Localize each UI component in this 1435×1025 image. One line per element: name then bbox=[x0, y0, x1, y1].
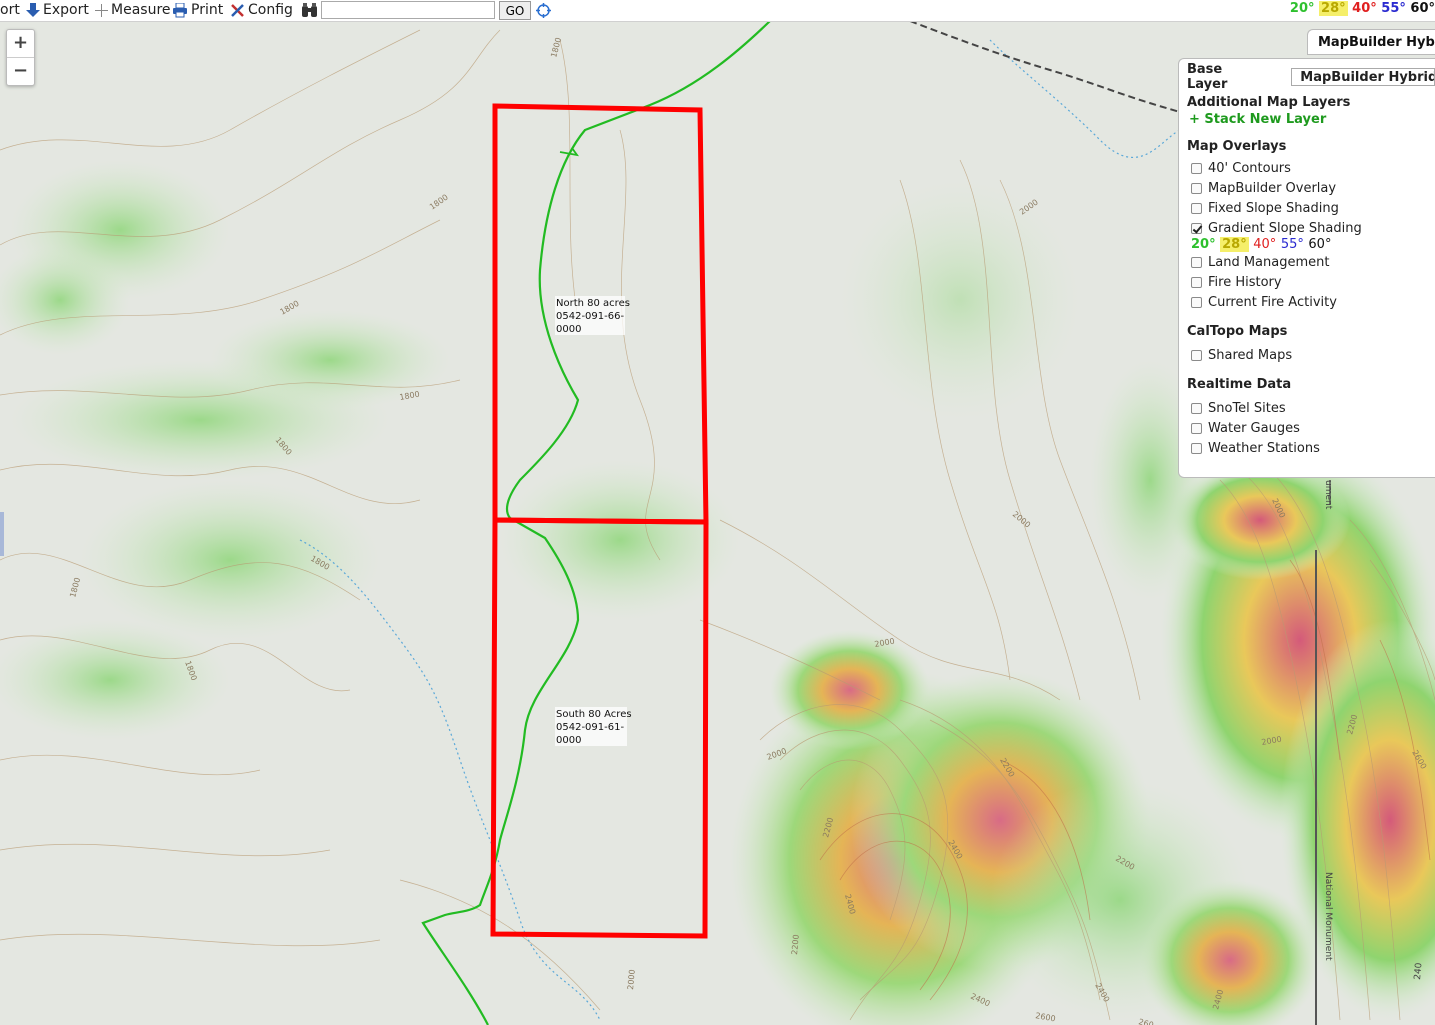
realtime-label: SnoTel Sites bbox=[1208, 400, 1286, 416]
search-input[interactable] bbox=[321, 1, 495, 19]
overlay-label: Fixed Slope Shading bbox=[1208, 200, 1339, 216]
import-button[interactable]: ort bbox=[0, 2, 20, 18]
map-overlays-heading: Map Overlays bbox=[1187, 139, 1287, 154]
overlay-checkbox[interactable] bbox=[1191, 276, 1202, 288]
realtime-checkbox[interactable] bbox=[1191, 402, 1202, 414]
layer-tab-label: MapBuilder Hybrid bbox=[1318, 34, 1435, 50]
import-label: ort bbox=[0, 2, 20, 18]
export-button[interactable]: Export bbox=[26, 2, 89, 18]
additional-layers-heading: Additional Map Layers bbox=[1187, 95, 1351, 110]
realtime-data-heading: Realtime Data bbox=[1187, 377, 1292, 392]
measure-button[interactable]: Measure bbox=[95, 2, 171, 18]
base-layer-select[interactable]: MapBuilder Hybrid bbox=[1291, 68, 1435, 86]
north-parcel-name: North 80 acres bbox=[556, 298, 630, 309]
overlay-checkbox-checked[interactable] bbox=[1191, 222, 1202, 234]
overlay-label: Current Fire Activity bbox=[1208, 294, 1337, 310]
overlay-checkbox[interactable] bbox=[1191, 162, 1202, 174]
zoom-out-button[interactable]: − bbox=[7, 57, 34, 85]
north-parcel-label: North 80 acres 0542-091-66- 0000 bbox=[555, 296, 630, 335]
caltopo-maps-heading: CalTopo Maps bbox=[1187, 324, 1288, 339]
realtime-row[interactable]: Weather Stations bbox=[1187, 438, 1435, 458]
south-parcel-name: South 80 Acres bbox=[556, 709, 632, 720]
slope-20: 20° bbox=[1289, 1, 1315, 16]
print-label: Print bbox=[191, 2, 224, 18]
layer-panel: Base Layer MapBuilder Hybrid Additional … bbox=[1178, 58, 1435, 478]
contour-label-edge: 240 bbox=[1413, 962, 1424, 980]
monument-label-top: ument bbox=[1323, 480, 1333, 510]
measure-label: Measure bbox=[111, 2, 171, 18]
crosshair-icon bbox=[95, 3, 108, 17]
realtime-label: Water Gauges bbox=[1208, 420, 1300, 436]
overlay-row[interactable]: Fire History bbox=[1187, 272, 1435, 292]
top-toolbar: ort Export Measure Print Config GO 20° 2… bbox=[0, 0, 1435, 22]
overlay-label: MapBuilder Overlay bbox=[1208, 180, 1337, 196]
edge-marker bbox=[0, 512, 4, 556]
config-button[interactable]: Config bbox=[230, 2, 293, 18]
gradient-legend: 20° 28° 40° 55° 60° bbox=[1187, 237, 1435, 252]
legend-55: 55° bbox=[1280, 237, 1304, 252]
overlay-row[interactable]: Current Fire Activity bbox=[1187, 292, 1435, 312]
locate-icon[interactable] bbox=[536, 3, 551, 18]
overlay-label: 40' Contours bbox=[1208, 160, 1291, 176]
legend-20: 20° bbox=[1191, 237, 1216, 252]
go-button[interactable]: GO bbox=[499, 1, 531, 20]
overlay-checkbox[interactable] bbox=[1191, 182, 1202, 194]
contour-label: 2200 bbox=[790, 934, 801, 955]
slope-legend: 20° 28° 40° 55° 60° bbox=[1290, 1, 1435, 16]
realtime-row[interactable]: Water Gauges bbox=[1187, 418, 1435, 438]
tools-icon bbox=[231, 3, 244, 17]
north-parcel-apn: 0542-091-66- bbox=[556, 311, 624, 322]
export-label: Export bbox=[43, 2, 89, 18]
realtime-checkbox[interactable] bbox=[1191, 442, 1202, 454]
overlay-label: Fire History bbox=[1208, 274, 1282, 290]
shared-maps-label: Shared Maps bbox=[1208, 347, 1293, 363]
overlay-row[interactable]: 40' Contours bbox=[1187, 158, 1435, 178]
stack-new-layer-link[interactable]: + Stack New Layer bbox=[1189, 112, 1435, 127]
north-parcel-apn-suffix: 0000 bbox=[556, 324, 581, 335]
slope-40: 40° bbox=[1352, 1, 1377, 16]
south-parcel-apn: 0542-091-61- bbox=[556, 722, 624, 733]
overlay-label: Land Management bbox=[1208, 254, 1330, 270]
config-label: Config bbox=[248, 2, 293, 18]
realtime-label: Weather Stations bbox=[1208, 440, 1320, 456]
overlay-checkbox[interactable] bbox=[1191, 296, 1202, 308]
slope-60: 60° bbox=[1410, 1, 1435, 16]
zoom-in-button[interactable]: + bbox=[7, 30, 34, 57]
overlay-row[interactable]: Land Management bbox=[1187, 252, 1435, 272]
shared-maps-checkbox[interactable] bbox=[1191, 349, 1202, 361]
base-layer-heading: Base Layer bbox=[1187, 62, 1228, 92]
overlay-checkbox[interactable] bbox=[1191, 202, 1202, 214]
printer-icon bbox=[173, 2, 187, 17]
monument-label: National Monument bbox=[1323, 872, 1333, 961]
binoculars-icon bbox=[302, 3, 317, 17]
realtime-checkbox[interactable] bbox=[1191, 422, 1202, 434]
south-parcel-apn-suffix: 0000 bbox=[556, 735, 581, 746]
overlay-checkbox[interactable] bbox=[1191, 256, 1202, 268]
overlay-row[interactable]: Gradient Slope Shading bbox=[1187, 218, 1435, 238]
legend-60: 60° bbox=[1308, 237, 1332, 252]
south-parcel-label: South 80 Acres 0542-091-61- 0000 bbox=[555, 707, 632, 746]
binoculars-button[interactable] bbox=[301, 3, 318, 18]
contour-label: 2000 bbox=[626, 969, 637, 990]
slope-55: 55° bbox=[1381, 1, 1406, 16]
zoom-control: + − bbox=[6, 29, 35, 86]
overlay-row[interactable]: Fixed Slope Shading bbox=[1187, 198, 1435, 218]
realtime-row[interactable]: SnoTel Sites bbox=[1187, 398, 1435, 418]
shared-maps-row[interactable]: Shared Maps bbox=[1187, 345, 1435, 365]
export-arrow-icon bbox=[26, 3, 40, 17]
legend-28: 28° bbox=[1220, 237, 1249, 252]
layer-tab[interactable]: MapBuilder Hybrid bbox=[1307, 29, 1435, 55]
slope-28: 28° bbox=[1319, 1, 1348, 16]
print-button[interactable]: Print bbox=[172, 2, 223, 18]
overlay-label: Gradient Slope Shading bbox=[1208, 220, 1362, 236]
overlay-row[interactable]: MapBuilder Overlay bbox=[1187, 178, 1435, 198]
legend-40: 40° bbox=[1253, 237, 1277, 252]
